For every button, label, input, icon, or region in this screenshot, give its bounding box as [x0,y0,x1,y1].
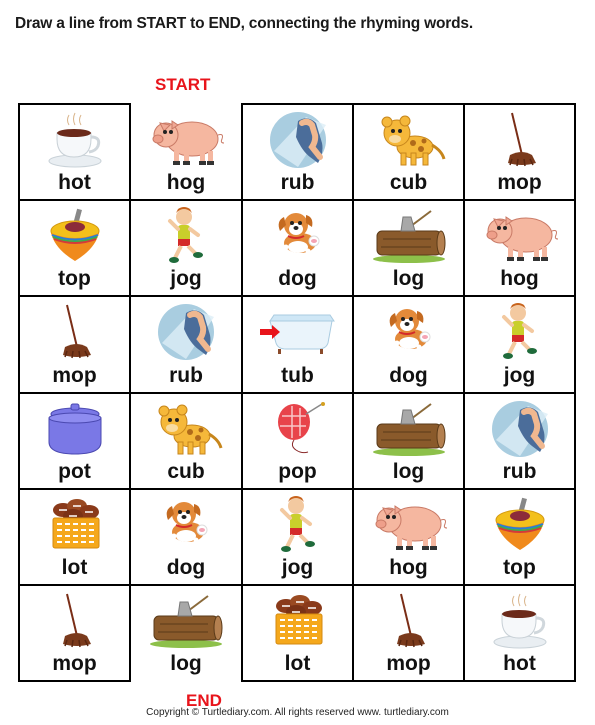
cell-word: lot [284,652,311,675]
grid-cell-hot[interactable]: hot [465,586,574,680]
log-icon [369,207,449,265]
cell-word: log [392,460,425,483]
pig-icon [480,207,560,265]
teacup-icon [35,111,115,169]
jogging-boy-icon [258,496,338,554]
cell-word: mop [52,364,97,387]
cell-word: mop [52,652,97,675]
mop-icon [35,303,115,361]
grid-cell-cub[interactable]: cub [354,105,463,199]
dog-icon [258,207,338,265]
grid-cell-dog[interactable]: dog [131,490,241,584]
cell-word: dog [389,364,428,387]
cell-word: rub [169,364,203,387]
grid-cell-dog[interactable]: dog [354,297,463,392]
jogging-boy-icon [480,303,560,361]
cell-word: rub [502,460,537,483]
grid-cell-mop[interactable]: mop [20,586,129,680]
cell-word: log [392,267,425,290]
grid-cell-hog[interactable]: hog [465,201,574,295]
cell-word: tub [281,364,314,387]
cell-word: pot [58,460,91,483]
mop-icon [35,592,115,650]
mop-icon [480,111,560,169]
grid-cell-hot[interactable]: hot [20,105,129,199]
jogging-boy-icon [146,207,226,265]
grid-line-horizontal [18,680,131,682]
grid-cell-hog[interactable]: hog [354,490,463,584]
cell-word: dog [166,556,206,579]
grid-cell-jog[interactable]: jog [465,297,574,392]
pig-icon [146,111,226,169]
cub-icon [369,111,449,169]
grid-cell-rub[interactable]: rub [243,105,352,199]
hand-rub-icon [480,400,560,458]
cell-word: hog [500,267,539,290]
grid-line-horizontal [352,680,465,682]
cell-word: pop [278,460,317,483]
grid-cell-log[interactable]: log [131,586,241,680]
grid-cell-mop[interactable]: mop [354,586,463,680]
start-label: START [155,75,211,94]
mop-icon [369,592,449,650]
grid-cell-mop[interactable]: mop [465,105,574,199]
grid-cell-rub[interactable]: rub [465,394,574,488]
cell-word: cub [389,171,428,194]
teacup-icon [480,592,560,650]
grid-cell-dog[interactable]: dog [243,201,352,295]
cell-word: jog [170,267,202,290]
grid-cell-mop[interactable]: mop [20,297,129,392]
cell-word: hog [166,171,206,194]
grid-line-vertical [574,103,576,682]
grid-cell-top[interactable]: top [465,490,574,584]
spinning-top-icon [480,496,560,554]
pot-icon [35,400,115,458]
cell-word: mop [386,652,431,675]
cell-word: dog [278,267,317,290]
cell-word: log [170,652,202,675]
dog-icon [146,496,226,554]
grid-cell-jog[interactable]: jog [243,490,352,584]
grid-cell-cub[interactable]: cub [131,394,241,488]
log-icon [369,400,449,458]
grid-cell-jog[interactable]: jog [131,201,241,295]
grid-cell-lot[interactable]: lot [20,490,129,584]
grid-cell-pot[interactable]: pot [20,394,129,488]
copyright: Copyright © Turtlediary.com. All rights … [146,707,449,718]
hand-rub-icon [146,303,226,361]
cell-word: mop [497,171,542,194]
cell-word: jog [281,556,314,579]
rhyme-maze-grid[interactable]: hot hog rub cub mop top jog dog log hog mop rub tub d… [18,103,576,682]
grid-cell-hog[interactable]: hog [131,105,241,199]
cell-word: cub [167,460,205,483]
log-icon [146,592,226,650]
bathtub-icon [258,303,338,361]
grid-cell-tub[interactable]: tub [243,297,352,392]
cell-word: top [503,556,536,579]
cell-word: hog [389,556,428,579]
cell-word: hot [503,652,536,675]
spinning-top-icon [35,207,115,265]
instructions: Draw a line from START to END, connectin… [15,15,473,32]
cell-word: rub [280,171,315,194]
grid-line-horizontal [463,680,576,682]
grid-cell-top[interactable]: top [20,201,129,295]
grid-cell-log[interactable]: log [354,201,463,295]
basket-of-balls-icon [258,592,338,650]
cell-word: jog [503,364,536,387]
cell-word: hot [58,171,91,194]
basket-of-balls-icon [35,496,115,554]
cub-icon [146,400,226,458]
grid-cell-rub[interactable]: rub [131,297,241,392]
cell-word: top [58,267,91,290]
pig-icon [369,496,449,554]
dog-icon [369,303,449,361]
grid-cell-pop[interactable]: pop [243,394,352,488]
grid-cell-log[interactable]: log [354,394,463,488]
grid-cell-lot[interactable]: lot [243,586,352,680]
cell-word: lot [61,556,88,579]
balloon-pop-icon [258,400,338,458]
hand-rub-icon [258,111,338,169]
grid-line-horizontal [241,680,354,682]
